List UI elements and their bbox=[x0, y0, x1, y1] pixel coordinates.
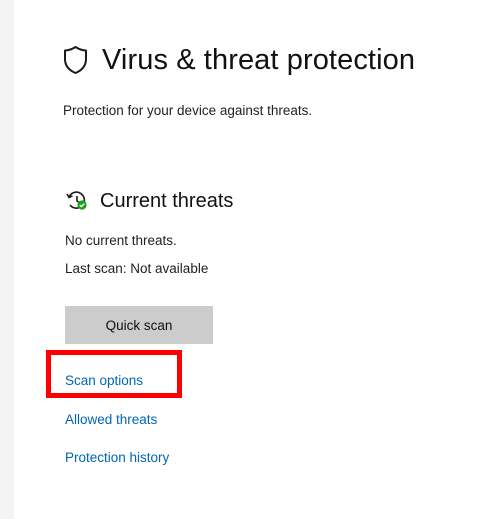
shield-icon bbox=[63, 45, 88, 75]
last-scan-text: Last scan: Not available bbox=[65, 261, 209, 276]
current-threats-title: Current threats bbox=[100, 189, 234, 212]
allowed-threats-link[interactable]: Allowed threats bbox=[65, 412, 157, 427]
threat-status-text: No current threats. bbox=[65, 233, 177, 248]
page-header: Virus & threat protection bbox=[63, 38, 415, 82]
protection-history-link[interactable]: Protection history bbox=[65, 450, 169, 465]
page-title: Virus & threat protection bbox=[102, 43, 416, 76]
current-threats-header: Current threats bbox=[66, 188, 233, 214]
page-subtitle: Protection for your device against threa… bbox=[63, 103, 313, 118]
threat-scan-icon bbox=[66, 191, 88, 211]
scan-options-link[interactable]: Scan options bbox=[65, 373, 143, 388]
left-navigation-rail bbox=[0, 0, 14, 519]
quick-scan-button[interactable]: Quick scan bbox=[65, 306, 213, 344]
